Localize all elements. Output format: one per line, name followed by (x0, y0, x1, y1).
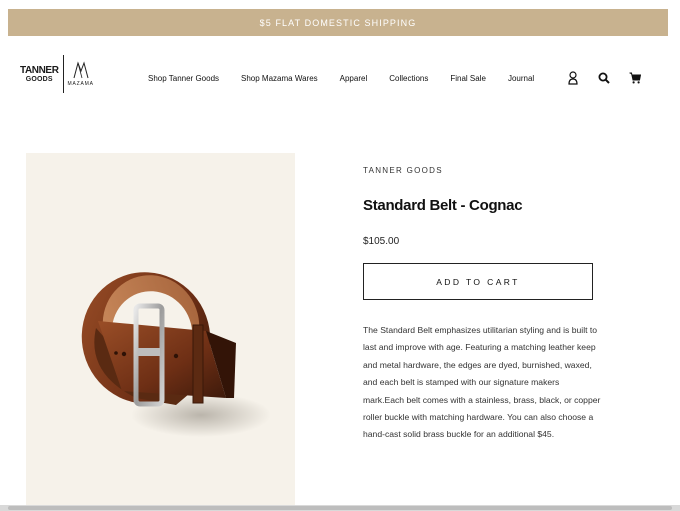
logo-word-goods: GOODS (25, 75, 53, 83)
nav-collections[interactable]: Collections (389, 74, 428, 83)
product-vendor[interactable]: TANNER GOODS (363, 166, 595, 175)
site-header: TANNER GOODS MAZAMA Shop Tanner Goods Sh… (0, 50, 680, 110)
nav-final-sale[interactable]: Final Sale (450, 74, 486, 83)
product-title: Standard Belt - Cognac (363, 197, 523, 214)
user-icon[interactable] (566, 70, 580, 86)
product-price: $105.00 (363, 236, 400, 247)
product-info: TANNER GOODS Standard Belt - Cognac $105… (363, 166, 600, 444)
product-description: The Standard Belt emphasizes utilitarian… (363, 325, 601, 440)
belt-image (81, 272, 271, 437)
nav-apparel[interactable]: Apparel (340, 74, 368, 83)
logo-word-tanner: TANNER (20, 64, 59, 76)
add-to-cart-button[interactable]: ADD TO CART (363, 263, 593, 300)
header-icons (566, 70, 642, 86)
site-logo[interactable]: TANNER GOODS MAZAMA (20, 54, 94, 94)
mazama-mark-icon (73, 61, 89, 79)
nav-shop-tanner-goods[interactable]: Shop Tanner Goods (148, 74, 219, 83)
main-nav: Shop Tanner Goods Shop Mazama Wares Appa… (148, 74, 534, 83)
logo-word-mazama: MAZAMA (67, 81, 94, 87)
product-image[interactable] (26, 153, 295, 511)
announcement-bar: $5 FLAT DOMESTIC SHIPPING (8, 9, 668, 36)
search-icon[interactable] (597, 70, 611, 86)
logo-divider (62, 55, 64, 93)
scrollbar-thumb[interactable] (8, 506, 672, 510)
nav-shop-mazama-wares[interactable]: Shop Mazama Wares (241, 74, 318, 83)
mazama-logo: MAZAMA (68, 61, 94, 87)
horizontal-scrollbar[interactable] (0, 505, 680, 511)
announcement-text: $5 FLAT DOMESTIC SHIPPING (259, 17, 417, 28)
tanner-goods-logo: TANNER GOODS (20, 64, 59, 83)
nav-journal[interactable]: Journal (508, 74, 534, 83)
cart-icon[interactable] (628, 70, 642, 86)
